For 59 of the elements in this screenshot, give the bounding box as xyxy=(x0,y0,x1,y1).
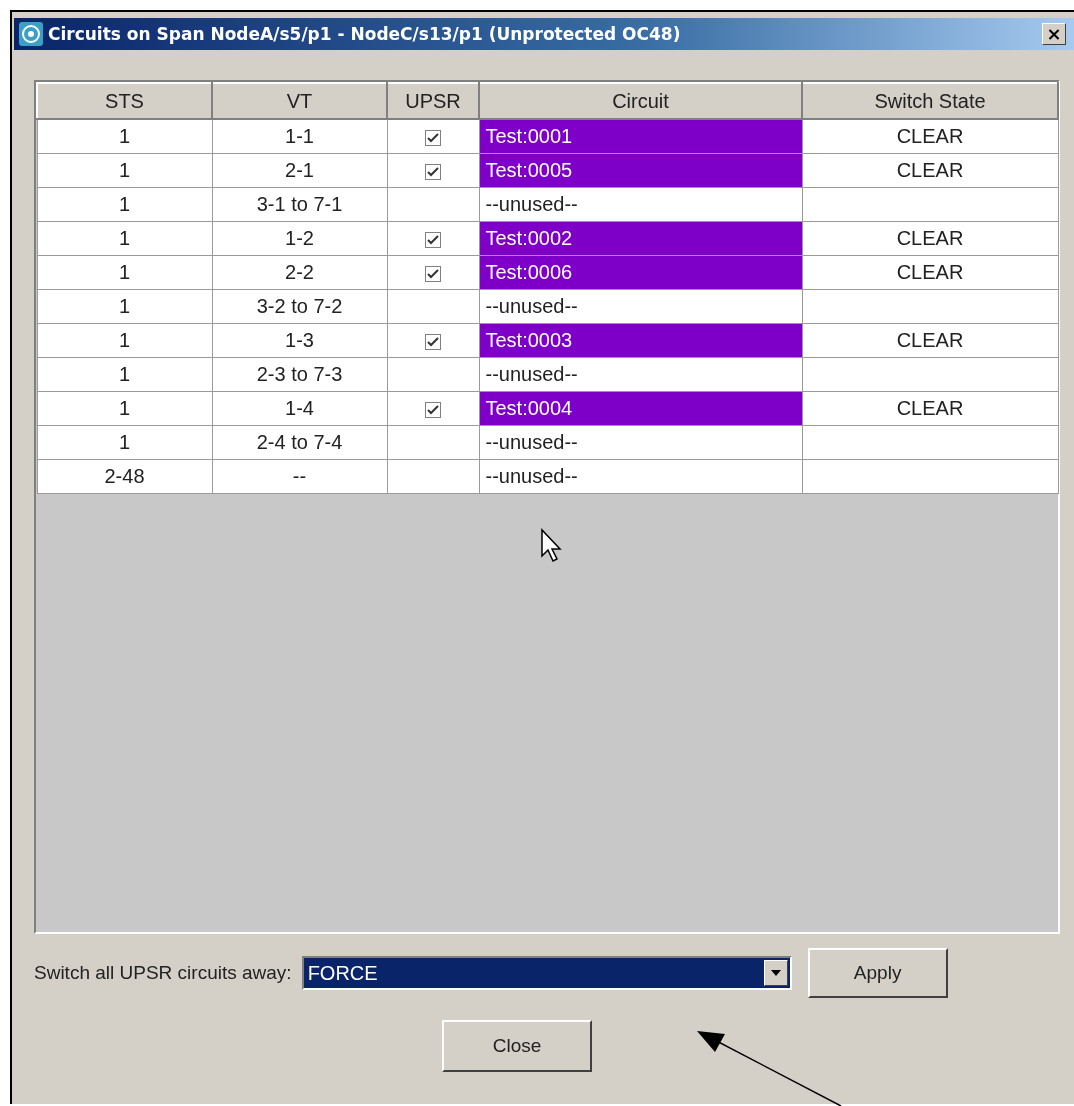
table-cell: CLEAR xyxy=(802,221,1058,256)
table-cell: 3-1 to 7-1 xyxy=(212,187,387,222)
checkbox[interactable] xyxy=(425,231,441,248)
checkbox[interactable] xyxy=(425,265,441,282)
table-cell: CLEAR xyxy=(802,391,1058,426)
table-cell: CLEAR xyxy=(802,255,1058,290)
table-cell: CLEAR xyxy=(802,323,1058,358)
table-cell: Test:0001 xyxy=(479,119,802,154)
switch-mode-dropdown[interactable]: FORCE xyxy=(301,956,792,990)
mouse-cursor-icon xyxy=(540,528,564,564)
table-cell: --unused-- xyxy=(479,425,802,460)
table-cell: 1-4 xyxy=(212,391,387,426)
table-cell: Test:0003 xyxy=(479,323,802,358)
column-header[interactable]: STS xyxy=(37,83,212,119)
table-cell: 1 xyxy=(37,391,212,426)
table-cell: 1 xyxy=(37,289,212,324)
caret-icon xyxy=(770,970,781,976)
table-cell: --unused-- xyxy=(479,357,802,392)
apply-button[interactable]: Apply xyxy=(807,948,948,998)
close-button[interactable]: × xyxy=(1042,23,1066,45)
window-title: Circuits on Span NodeA/s5/p1 - NodeC/s13/p1 (Unprotected OC48) xyxy=(48,24,682,44)
table-cell: 1 xyxy=(37,357,212,392)
table-cell: 1 xyxy=(37,425,212,460)
table-cell: CLEAR xyxy=(802,119,1058,154)
table-cell: 1 xyxy=(37,153,212,188)
column-header[interactable]: Circuit xyxy=(479,83,802,119)
checkbox[interactable] xyxy=(425,333,441,350)
table-cell: 1 xyxy=(37,221,212,256)
table-cell: 1-1 xyxy=(212,119,387,154)
table-cell: --unused-- xyxy=(479,187,802,222)
network-app-icon xyxy=(18,21,44,47)
switch-all-label: Switch all UPSR circuits away: xyxy=(34,962,292,984)
table-cell: 1-2 xyxy=(212,221,387,256)
checkbox[interactable] xyxy=(425,401,441,418)
table-cell: -- xyxy=(212,459,387,494)
table-cell: 2-1 xyxy=(212,153,387,188)
column-header[interactable]: Switch State xyxy=(802,83,1058,119)
table-cell: 1-3 xyxy=(212,323,387,358)
checkbox[interactable] xyxy=(425,129,441,146)
table-cell: 3-2 to 7-2 xyxy=(212,289,387,324)
table-cell: CLEAR xyxy=(802,153,1058,188)
table-cell: 2-3 to 7-3 xyxy=(212,357,387,392)
table-cell: 1 xyxy=(37,187,212,222)
table-cell: 1 xyxy=(37,255,212,290)
table-cell: 1 xyxy=(37,119,212,154)
table-cell: 1 xyxy=(37,323,212,358)
table-cell: Test:0006 xyxy=(479,255,802,290)
table-cell: Test:0005 xyxy=(479,153,802,188)
table-cell: 2-48 xyxy=(37,459,212,494)
column-header[interactable]: UPSR xyxy=(387,83,479,119)
table-cell: Test:0002 xyxy=(479,221,802,256)
close-button[interactable]: Close xyxy=(442,1020,592,1072)
checkbox[interactable] xyxy=(425,163,441,180)
table-cell: --unused-- xyxy=(479,289,802,324)
table-cell: 2-2 xyxy=(212,255,387,290)
column-header[interactable]: VT xyxy=(212,83,387,119)
table-cell: 2-4 to 7-4 xyxy=(212,425,387,460)
table-cell: --unused-- xyxy=(479,459,802,494)
table-cell: Test:0004 xyxy=(479,391,802,426)
